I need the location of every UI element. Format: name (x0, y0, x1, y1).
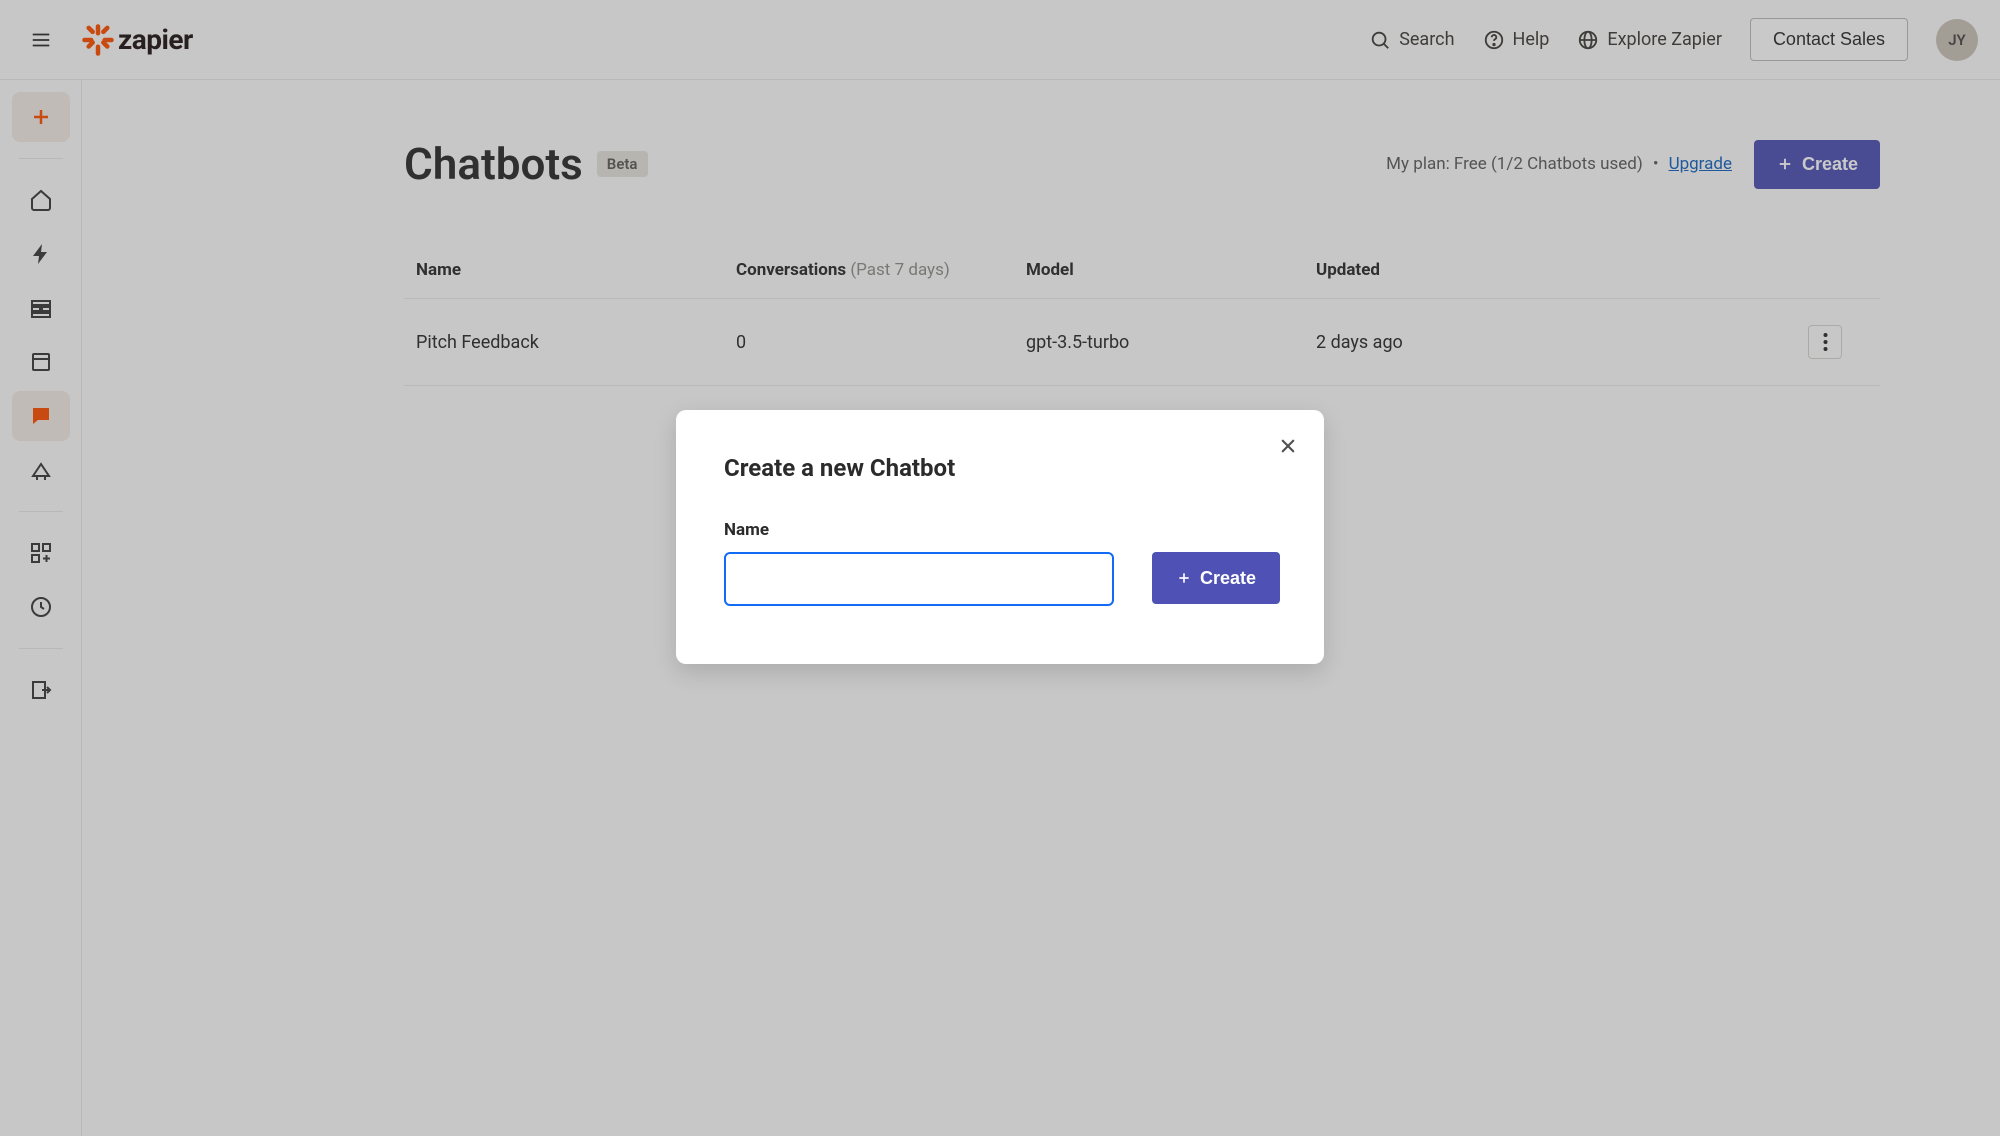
modal-title: Create a new Chatbot (724, 454, 1276, 482)
modal-name-label: Name (724, 520, 1276, 540)
modal-create-button[interactable]: Create (1152, 552, 1280, 604)
modal-overlay[interactable]: Create a new Chatbot Name Create (0, 0, 2000, 1136)
close-icon (1278, 436, 1298, 456)
modal-row: Create (724, 552, 1276, 606)
chatbot-name-input[interactable] (724, 552, 1114, 606)
plus-icon (1176, 570, 1192, 586)
create-chatbot-modal: Create a new Chatbot Name Create (676, 410, 1324, 664)
modal-close-button[interactable] (1274, 432, 1302, 460)
modal-create-label: Create (1200, 568, 1256, 589)
